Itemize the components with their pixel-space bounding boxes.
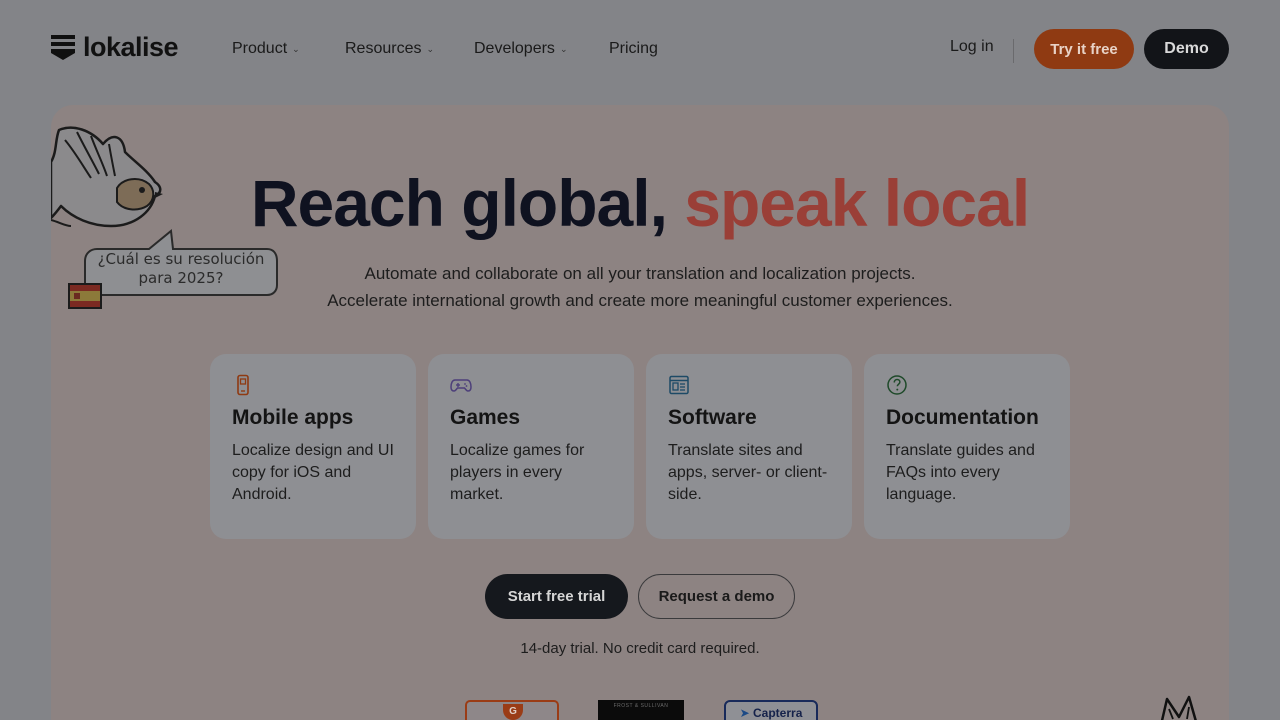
brand-logo[interactable]: lokalise: [51, 31, 179, 62]
capterra-arrow-icon: ➤: [739, 706, 750, 720]
mobile-phone-icon: [237, 374, 249, 396]
nav-pricing-label: Pricing: [609, 40, 658, 57]
demo-button[interactable]: Demo: [1144, 29, 1229, 69]
capterra-badge[interactable]: ➤ Capterra: [724, 700, 818, 720]
hero-subtitle-line1: Automate and collaborate on all your tra…: [364, 264, 916, 283]
nav-developers-label: Developers: [474, 40, 555, 57]
chevron-down-icon: ⌄: [559, 44, 568, 54]
frost-sullivan-badge[interactable]: FROST & SULLIVAN: [598, 700, 684, 720]
lokalise-logo-icon: [51, 35, 75, 60]
nav-product[interactable]: Product ⌄: [232, 40, 300, 58]
card-description: Localize games for players in every mark…: [450, 442, 585, 503]
card-title: Software: [668, 406, 757, 429]
nav-resources[interactable]: Resources ⌄: [345, 40, 434, 58]
capterra-label: Capterra: [753, 706, 803, 720]
nav-product-label: Product: [232, 40, 288, 57]
card-title: Games: [450, 406, 521, 429]
g2-badge[interactable]: G: [465, 700, 559, 720]
browser-window-icon: [669, 375, 689, 395]
card-title: Mobile apps: [232, 406, 354, 429]
hero-title-accent: speak local: [684, 166, 1030, 240]
hero-title-main: Reach global,: [250, 166, 668, 240]
card-mobile-apps[interactable]: Mobile apps Localize design and UI copy …: [210, 354, 416, 539]
hero-subtitle-line2: Accelerate international growth and crea…: [327, 291, 953, 310]
start-free-trial-button[interactable]: Start free trial: [485, 574, 628, 619]
card-documentation[interactable]: Documentation Translate guides and FAQs …: [864, 354, 1070, 539]
login-link[interactable]: Log in: [950, 38, 994, 56]
chevron-down-icon: ⌄: [426, 44, 435, 54]
card-title: Documentation: [886, 406, 1039, 429]
g2-logo-icon: G: [503, 704, 523, 720]
request-demo-button[interactable]: Request a demo: [638, 574, 795, 619]
hero-title: Reach global, speak local: [51, 165, 1229, 241]
brand-name: lokalise: [83, 31, 179, 62]
nav-developers[interactable]: Developers ⌄: [474, 40, 567, 58]
try-free-button[interactable]: Try it free: [1034, 29, 1134, 69]
chevron-down-icon: ⌄: [292, 44, 300, 54]
nav-divider: [1013, 39, 1014, 63]
card-description: Localize design and UI copy for iOS and …: [232, 442, 394, 503]
card-software[interactable]: Software Translate sites and apps, serve…: [646, 354, 852, 539]
gamepad-icon: [450, 379, 472, 392]
trial-note: 14-day trial. No credit card required.: [520, 640, 760, 657]
card-description: Translate sites and apps, server- or cli…: [668, 442, 828, 503]
nav-resources-label: Resources: [345, 40, 422, 57]
card-games[interactable]: Games Localize games for players in ever…: [428, 354, 634, 539]
hero-subtitle: Automate and collaborate on all your tra…: [51, 260, 1229, 314]
nav-pricing[interactable]: Pricing: [609, 40, 658, 58]
card-description: Translate guides and FAQs into every lan…: [886, 442, 1035, 503]
question-circle-icon: [887, 375, 907, 395]
use-case-cards: Mobile apps Localize design and UI copy …: [210, 354, 1070, 539]
top-nav: lokalise Product ⌄ Resources ⌄ Developer…: [0, 0, 1280, 96]
hero-section: ¿Cuál es su resolución para 2025? Reach …: [51, 105, 1229, 720]
cat-ears-illustration: [1160, 695, 1197, 720]
